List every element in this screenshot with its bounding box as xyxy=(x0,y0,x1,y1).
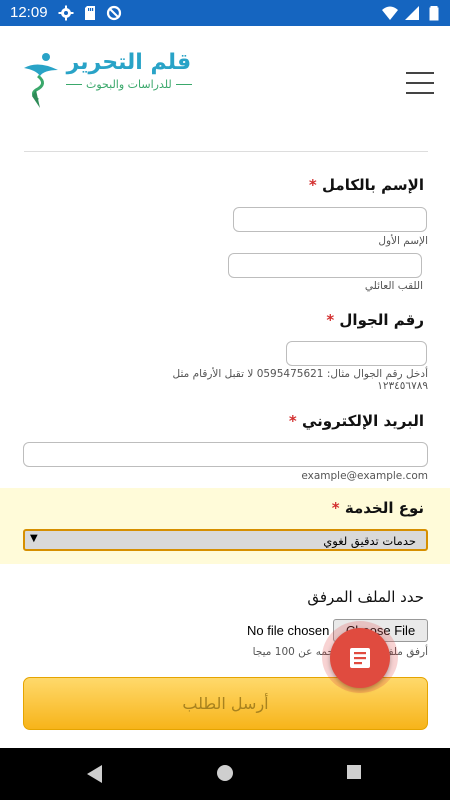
sd-card-icon xyxy=(85,6,95,20)
required-mark: * xyxy=(326,311,335,329)
hamburger-icon[interactable] xyxy=(406,72,434,94)
logo-title: قلم التحرير xyxy=(66,50,192,75)
battery-icon xyxy=(429,6,439,21)
logo-rule xyxy=(66,84,82,85)
phone-input[interactable] xyxy=(286,341,427,366)
last-name-hint: اللقب العائلي xyxy=(364,280,423,292)
attachment-label: حدد الملف المرفق xyxy=(307,588,424,606)
phone-label: رقم الجوال * xyxy=(326,311,424,329)
system-nav-bar xyxy=(0,748,450,800)
email-hint: example@example.com xyxy=(301,470,428,482)
first-name-input[interactable] xyxy=(233,207,427,232)
logo-subtitle: للدراسات والبحوث xyxy=(86,78,172,91)
form-fab-button[interactable] xyxy=(330,628,390,688)
dropdown-arrow-icon: ▼ xyxy=(30,533,38,544)
first-name-hint: الإسم الأول xyxy=(378,235,428,247)
full-name-label: الإسم بالكامل * xyxy=(308,176,424,194)
site-logo[interactable]: قلم التحرير للدراسات والبحوث xyxy=(18,50,192,110)
logo-subtitle-row: للدراسات والبحوث xyxy=(66,78,192,91)
required-mark: * xyxy=(288,412,297,430)
home-icon[interactable] xyxy=(216,764,234,782)
signal-icon xyxy=(405,6,419,20)
required-mark: * xyxy=(308,176,317,194)
header-divider xyxy=(24,151,428,152)
recents-icon[interactable] xyxy=(346,764,362,780)
site-header: قلم التحرير للدراسات والبحوث xyxy=(0,26,450,126)
data-saver-icon xyxy=(106,5,122,21)
required-mark: * xyxy=(331,499,340,517)
status-bar: 12:09 xyxy=(0,0,450,26)
status-time: 12:09 xyxy=(10,4,48,21)
logo-rule xyxy=(175,84,192,85)
phone-hint: أدخل رقم الجوال مثال: 0595475621 لا تقبل… xyxy=(172,368,428,392)
email-label: البريد الإلكتروني * xyxy=(288,412,424,430)
back-icon[interactable] xyxy=(86,764,104,784)
file-status: No file chosen xyxy=(247,623,330,638)
service-select[interactable]: ▼ حدمات تدقيق لغوي xyxy=(23,529,428,551)
service-selected-value: حدمات تدقيق لغوي xyxy=(323,534,416,548)
service-label: نوع الخدمة * xyxy=(331,499,424,517)
gear-icon xyxy=(58,5,74,21)
last-name-input[interactable] xyxy=(228,253,422,278)
email-input[interactable] xyxy=(23,442,428,467)
wifi-icon xyxy=(382,6,398,20)
form-document-icon xyxy=(350,648,370,668)
pen-logo-icon xyxy=(24,53,58,108)
